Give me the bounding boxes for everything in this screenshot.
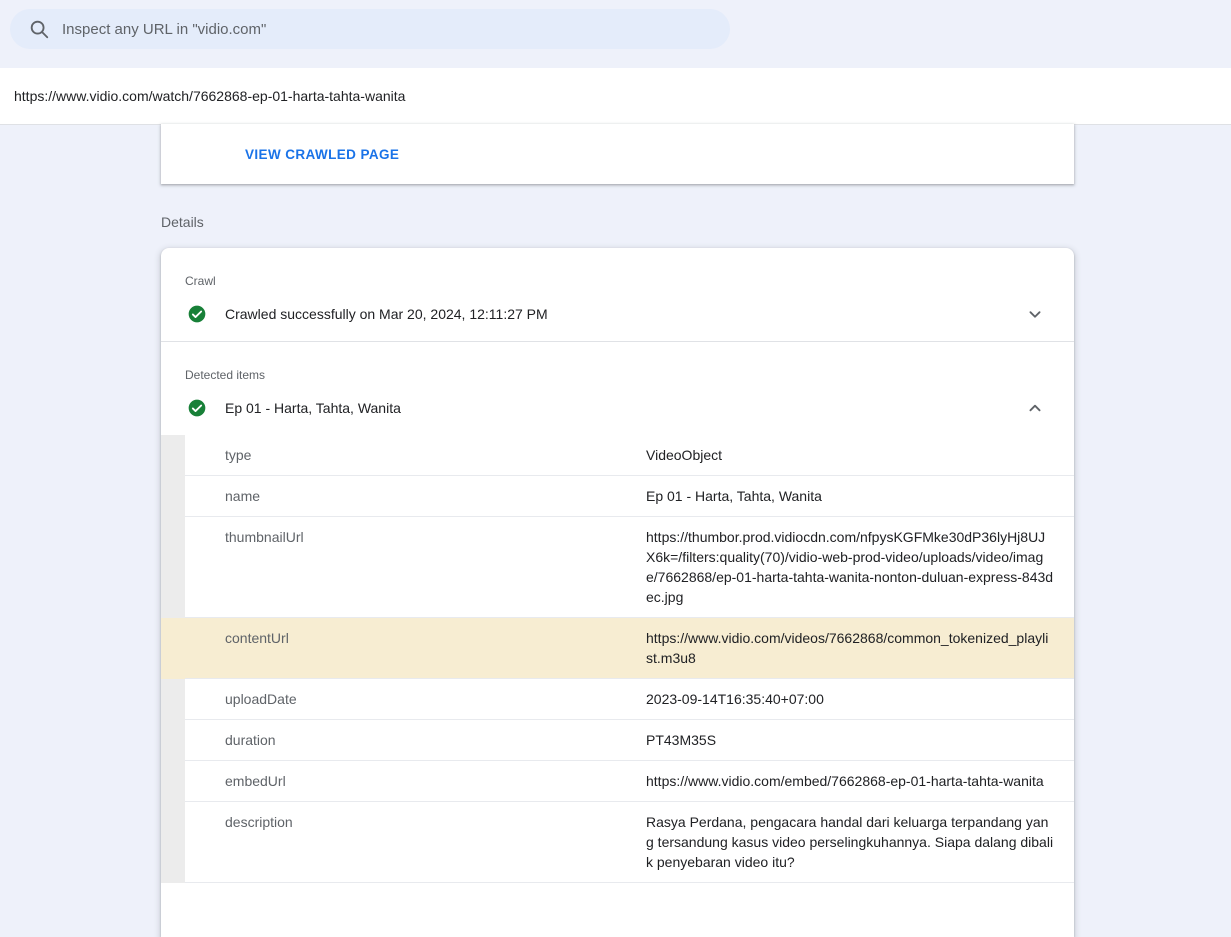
property-value: VideoObject	[646, 435, 1074, 476]
property-value: PT43M35S	[646, 720, 1074, 761]
property-row: duration PT43M35S	[161, 720, 1074, 761]
chevron-up-icon[interactable]	[1024, 397, 1046, 419]
topbar	[0, 0, 1231, 49]
property-key: description	[185, 802, 646, 883]
row-gutter	[161, 476, 185, 517]
success-check-icon	[187, 398, 207, 418]
property-row: embedUrl https://www.vidio.com/embed/766…	[161, 761, 1074, 802]
inspected-url-bar: https://www.vidio.com/watch/7662868-ep-0…	[0, 68, 1231, 125]
crawled-page-card: VIEW CRAWLED PAGE	[161, 124, 1074, 184]
property-value: Ep 01 - Harta, Tahta, Wanita	[646, 476, 1074, 517]
property-value: https://www.vidio.com/embed/7662868-ep-0…	[646, 761, 1074, 802]
row-gutter	[161, 517, 185, 618]
inspected-url: https://www.vidio.com/watch/7662868-ep-0…	[14, 88, 405, 104]
property-key: duration	[185, 720, 646, 761]
row-gutter	[161, 679, 185, 720]
property-value: 2023-09-14T16:35:40+07:00	[646, 679, 1074, 720]
search-icon	[28, 18, 50, 40]
property-key: name	[185, 476, 646, 517]
search-input[interactable]	[62, 21, 716, 38]
row-gutter	[161, 435, 185, 476]
property-key: thumbnailUrl	[185, 517, 646, 618]
chevron-down-icon[interactable]	[1024, 303, 1046, 325]
property-row: thumbnailUrl https://thumbor.prod.vidioc…	[161, 517, 1074, 618]
crawl-status-text: Crawled successfully on Mar 20, 2024, 12…	[225, 306, 1024, 322]
details-label: Details	[161, 214, 1231, 230]
success-check-icon	[187, 304, 207, 324]
property-row: type VideoObject	[161, 435, 1074, 476]
search-bar[interactable]	[10, 9, 730, 49]
property-key: uploadDate	[185, 679, 646, 720]
view-crawled-page-button[interactable]: VIEW CRAWLED PAGE	[245, 147, 399, 162]
crawl-section-label: Crawl	[161, 248, 1074, 288]
detected-item-title: Ep 01 - Harta, Tahta, Wanita	[225, 400, 1024, 416]
property-row: uploadDate 2023-09-14T16:35:40+07:00	[161, 679, 1074, 720]
detected-item-header[interactable]: Ep 01 - Harta, Tahta, Wanita	[161, 382, 1074, 435]
property-value: Rasya Perdana, pengacara handal dari kel…	[646, 802, 1074, 883]
crawl-status-row[interactable]: Crawled successfully on Mar 20, 2024, 12…	[161, 288, 1074, 341]
property-key: contentUrl	[185, 618, 646, 679]
row-gutter	[161, 720, 185, 761]
row-gutter	[161, 802, 185, 883]
property-row: name Ep 01 - Harta, Tahta, Wanita	[161, 476, 1074, 517]
property-row: contentUrl https://www.vidio.com/videos/…	[161, 618, 1074, 679]
property-value: https://www.vidio.com/videos/7662868/com…	[646, 618, 1074, 679]
property-row: description Rasya Perdana, pengacara han…	[161, 802, 1074, 883]
details-card: Crawl Crawled successfully on Mar 20, 20…	[161, 248, 1074, 937]
row-gutter	[161, 761, 185, 802]
property-key: embedUrl	[185, 761, 646, 802]
row-gutter	[161, 618, 185, 679]
detected-item-properties: type VideoObject name Ep 01 - Harta, Tah…	[161, 435, 1074, 883]
property-key: type	[185, 435, 646, 476]
property-value: https://thumbor.prod.vidiocdn.com/nfpysK…	[646, 517, 1074, 618]
detected-items-label: Detected items	[161, 342, 1074, 382]
